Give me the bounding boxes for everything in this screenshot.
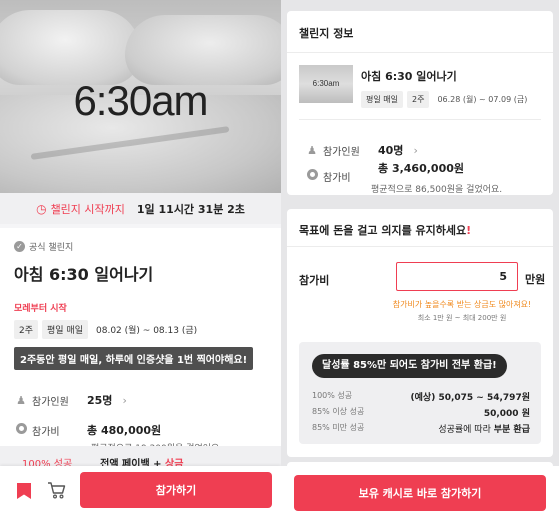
participants-label: 참가인원 xyxy=(32,396,69,408)
join-sheet-panel: 챌린지 정보 6:30am 아침 6:30 일어나기 평일 매일 2주 06.2… xyxy=(281,0,559,516)
hero-time-text: 6:30am xyxy=(73,77,208,124)
fee-total: 총 480,000원 xyxy=(87,424,162,437)
refund-row-label: 85% 미만 성공 xyxy=(312,423,365,432)
join-with-cash-button[interactable]: 보유 캐시로 바로 참가하기 xyxy=(294,475,546,511)
challenge-tags: 2주 평일 매일 08.02 (월) ~ 08.13 (금) xyxy=(14,320,267,339)
chevron-right-icon: › xyxy=(413,143,418,157)
refund-row: 100% 성공 (예상) 50,075 ~ 54,797원 xyxy=(312,390,530,403)
challenge-summary: ✓ 공식 챌린지 아침 6:30 일어나기 모레부터 시작 2주 평일 매일 0… xyxy=(0,228,281,454)
challenge-info-card: 챌린지 정보 6:30am 아침 6:30 일어나기 평일 매일 2주 06.2… xyxy=(287,11,553,195)
countdown-label: 챌린지 시작까지 xyxy=(50,202,125,216)
refund-row-label: 85% 이상 성공 xyxy=(312,407,365,416)
hero-image: 6:30am xyxy=(0,0,281,193)
fee-input[interactable] xyxy=(396,262,518,291)
divider xyxy=(299,119,541,120)
refund-pill: 달성률 85%만 되어도 참가비 전부 환급! xyxy=(312,354,507,378)
fee-label: 참가비 xyxy=(323,172,351,184)
date-range: 06.28 (월) ~ 07.09 (금) xyxy=(437,95,528,104)
person-icon: ♟ xyxy=(307,143,317,157)
tag-duration: 2주 xyxy=(406,91,430,108)
rule-banner: 2주동안 평일 매일, 하루에 인증샷을 1번 찍어야해요! xyxy=(14,347,254,370)
bookmark-icon[interactable] xyxy=(17,483,31,499)
app-root: 6:30am ◷ 챌린지 시작까지 1일 11시간 31분 2초 ✓ 공식 챌린… xyxy=(0,0,559,516)
challenge-thumbnail: 6:30am xyxy=(299,65,353,103)
join-button[interactable]: 참가하기 xyxy=(80,472,272,508)
tag-duration: 2주 xyxy=(14,320,39,339)
fee-row: 참가비 총 480,000원 xyxy=(14,422,267,438)
start-label: 모레부터 시작 xyxy=(14,304,67,314)
person-icon: ♟ xyxy=(16,393,26,407)
challenge-tags: 평일 매일 2주 06.28 (월) ~ 07.09 (금) xyxy=(361,91,527,108)
participants-row[interactable]: ♟ 참가인원 40명 › xyxy=(305,142,418,158)
countdown-bar: ◷ 챌린지 시작까지 1일 11시간 31분 2초 xyxy=(0,193,281,224)
check-badge-icon: ✓ xyxy=(14,241,25,252)
fee-hint: 참가비가 높을수록 받는 상금도 많아져요! xyxy=(392,300,532,309)
cart-icon[interactable] xyxy=(47,480,67,500)
challenge-detail-panel: 6:30am ◷ 챌린지 시작까지 1일 11시간 31분 2초 ✓ 공식 챌린… xyxy=(0,0,281,516)
fee-range: 최소 1만 원 ~ 최대 200만 원 xyxy=(417,314,507,322)
clock-icon: ◷ xyxy=(36,201,47,216)
pillow-shape xyxy=(125,15,281,85)
participants-row[interactable]: ♟ 참가인원 25명 › xyxy=(14,392,267,408)
refund-row-value: 성공률에 따라 부분 환급 xyxy=(438,425,530,435)
fee-average: 평균적으로 86,500원을 걸었어요. xyxy=(371,185,503,195)
goal-fee-card: 목표에 돈을 걸고 의지를 유지하세요! 참가비 만원 참가비가 높을수록 받는… xyxy=(287,209,553,457)
refund-row: 85% 이상 성공 50,000 원 xyxy=(312,406,530,419)
date-range: 08.02 (월) ~ 08.13 (금) xyxy=(96,326,198,336)
fee-label: 참가비 xyxy=(32,426,60,438)
participants-label: 참가인원 xyxy=(323,146,360,158)
fee-unit: 만원 xyxy=(525,273,546,286)
coin-icon xyxy=(15,423,27,434)
countdown-value: 1일 11시간 31분 2초 xyxy=(136,202,245,216)
coin-icon xyxy=(306,169,318,180)
fee-total: 총 3,460,000원 xyxy=(378,162,465,175)
challenge-title: 아침 6:30 일어나기 xyxy=(361,70,457,83)
refund-row-label: 100% 성공 xyxy=(312,391,353,400)
participants-value: 25명 xyxy=(87,394,113,407)
card-header: 목표에 돈을 걸고 의지를 유지하세요! xyxy=(287,209,553,247)
tag-frequency: 평일 매일 xyxy=(361,91,403,108)
participants-value: 40명 xyxy=(378,144,404,157)
refund-row: 85% 미만 성공 성공률에 따라 부분 환급 xyxy=(312,422,530,435)
tag-frequency: 평일 매일 xyxy=(42,320,88,339)
chevron-right-icon: › xyxy=(122,393,127,407)
fee-input-label: 참가비 xyxy=(299,274,330,287)
official-badge-label: 공식 챌린지 xyxy=(29,243,74,253)
official-badge: ✓ 공식 챌린지 xyxy=(14,240,267,253)
bottom-action-bar: 보유 캐시로 바로 참가하기 xyxy=(281,466,559,516)
bottom-action-bar: 참가하기 xyxy=(0,466,281,516)
refund-row-value: 50,000 원 xyxy=(483,409,530,419)
challenge-title: 아침 6:30 일어나기 xyxy=(14,265,154,284)
pillow-shape xyxy=(0,10,140,85)
refund-info-box: 달성률 85%만 되어도 참가비 전부 환급! 100% 성공 (예상) 50,… xyxy=(299,342,541,444)
refund-row-value: (예상) 50,075 ~ 54,797원 xyxy=(410,393,530,403)
card-header: 챌린지 정보 xyxy=(287,11,553,53)
